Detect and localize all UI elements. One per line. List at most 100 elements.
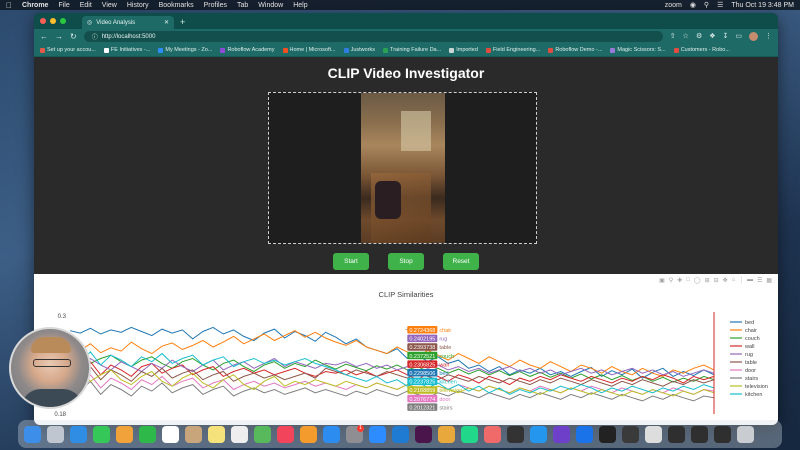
dock-1password-icon[interactable] <box>576 425 593 443</box>
hover-label-value: 0.2402195 <box>409 337 435 343</box>
bookmark-item[interactable]: Magic Scissors: S... <box>610 47 666 53</box>
dock-settings-icon[interactable]: 1 <box>346 424 364 443</box>
new-tab-button[interactable]: + <box>180 17 185 27</box>
menu-app-name[interactable]: Chrome <box>22 2 48 9</box>
control-buttons: Start Stop Reset <box>34 253 778 270</box>
video-player[interactable] <box>361 93 445 243</box>
menu-view[interactable]: View <box>102 2 117 9</box>
dock-calendar-icon[interactable] <box>162 425 179 443</box>
legend-label-television: television <box>745 384 768 390</box>
menu-profiles[interactable]: Profiles <box>204 2 227 9</box>
star-icon[interactable]: ☆ <box>683 32 689 41</box>
dock-pages-icon[interactable] <box>300 425 317 443</box>
extensions-icon[interactable]: ⚙ <box>696 32 702 41</box>
menu-window[interactable]: Window <box>258 2 283 9</box>
menu-edit[interactable]: Edit <box>80 2 92 9</box>
bookmark-item[interactable]: Training Failure Da... <box>383 47 441 53</box>
webcam-person-glasses <box>33 359 71 367</box>
back-icon[interactable]: ← <box>40 32 48 41</box>
close-window-button[interactable] <box>40 18 46 24</box>
search-icon[interactable]: ⚲ <box>704 1 709 9</box>
dock-downloads-icon[interactable] <box>645 425 662 443</box>
dock-photos-icon[interactable] <box>116 425 133 443</box>
bookmark-label: Magic Scissors: S... <box>617 47 666 53</box>
menu-tab[interactable]: Tab <box>237 2 248 9</box>
menu-kebab-icon[interactable]: ⋮ <box>765 32 772 41</box>
dock-music-icon[interactable] <box>277 425 294 443</box>
menu-history[interactable]: History <box>127 2 149 9</box>
folder-icon <box>449 47 455 53</box>
menu-help[interactable]: Help <box>293 2 307 9</box>
dock-finder-icon[interactable] <box>24 425 41 443</box>
globe-icon: ◎ <box>87 20 93 26</box>
profile-avatar[interactable] <box>749 32 758 41</box>
puzzle-icon[interactable]: ❖ <box>709 32 715 41</box>
dock-facetime-icon[interactable] <box>139 425 156 443</box>
info-icon[interactable]: ⓘ <box>92 32 98 41</box>
dock-launchpad-icon[interactable] <box>47 425 64 443</box>
address-bar[interactable]: ⓘ http://localhost:5000 <box>83 31 663 42</box>
hover-label-name: chair <box>439 328 451 334</box>
dock-messages-icon[interactable] <box>93 425 110 443</box>
dock-zoom-icon[interactable] <box>369 425 386 443</box>
dock-freeform-icon[interactable] <box>231 425 248 443</box>
bookmark-label: Customers - Robo... <box>680 47 730 53</box>
dock-activity-monitor-icon[interactable] <box>622 425 639 443</box>
dock-pycharm-icon[interactable] <box>461 425 478 443</box>
maximize-window-button[interactable] <box>60 18 66 24</box>
bookmark-item[interactable]: Roboflow Demo -... <box>548 47 602 53</box>
dock-window-b-icon[interactable] <box>691 425 708 443</box>
legend-label-couch: couch <box>745 336 760 342</box>
dock-contacts-icon[interactable] <box>185 425 202 443</box>
dock-terminal-icon[interactable] <box>599 425 616 443</box>
dock-window-c-icon[interactable] <box>714 425 731 443</box>
bookmark-item[interactable]: Customers - Robo... <box>673 47 730 53</box>
apple-icon[interactable]:  <box>6 1 12 10</box>
control-center-icon[interactable]: ☰ <box>717 1 723 9</box>
browser-window: ◎ Video Analysis ✕ + ← → ↻ ⓘ http://loca… <box>34 13 778 425</box>
forward-icon[interactable]: → <box>55 32 63 41</box>
line-chart[interactable]: 0.30.18+0.2724368chair0.2402195rug0.2393… <box>34 274 778 425</box>
zoom-status-icon[interactable]: zoom <box>665 2 682 9</box>
bookmark-item[interactable]: Imported <box>449 47 478 53</box>
bookmark-item[interactable]: Field Engineering... <box>485 47 540 53</box>
close-tab-icon[interactable]: ✕ <box>164 19 169 26</box>
dock-trash-icon[interactable] <box>737 425 754 443</box>
reload-icon[interactable]: ↻ <box>70 32 77 41</box>
clock[interactable]: Thu Oct 19 3:48 PM <box>731 2 794 9</box>
dock-app-store-icon[interactable] <box>323 425 340 443</box>
minimize-window-button[interactable] <box>50 18 56 24</box>
wifi-icon[interactable]: ◉ <box>690 1 696 9</box>
bookmark-item[interactable]: My Meetings - Zo... <box>158 47 212 53</box>
series-line-couch <box>69 354 715 383</box>
dock-asana-icon[interactable] <box>484 425 501 443</box>
stop-button[interactable]: Stop <box>388 253 424 270</box>
bookmark-item[interactable]: FE Initiatives -... <box>103 47 150 53</box>
reset-button[interactable]: Reset <box>443 253 479 270</box>
tab-video-analysis[interactable]: ◎ Video Analysis ✕ <box>82 16 174 29</box>
dock-cursor-icon[interactable] <box>507 425 524 443</box>
sidebar-icon[interactable]: ▭ <box>735 32 742 41</box>
bookmark-item[interactable]: Home | Microsoft... <box>282 47 336 53</box>
bookmark-item[interactable]: Set up your accou... <box>40 47 96 53</box>
menu-bookmarks[interactable]: Bookmarks <box>159 2 194 9</box>
dock-window-a-icon[interactable] <box>668 425 685 443</box>
dock-maps-icon[interactable] <box>254 425 271 443</box>
video-section: CLIP Video Investigator Start Stop Reset <box>34 57 778 274</box>
dock-slack-icon[interactable] <box>415 425 432 443</box>
dock-github-icon[interactable] <box>553 425 570 443</box>
bookmark-item[interactable]: Justworks <box>343 47 375 53</box>
dock-notes-icon[interactable] <box>208 425 225 443</box>
hover-label-value: 0.2372521 <box>409 354 435 360</box>
bookmark-item[interactable]: Roboflow Academy <box>220 47 275 53</box>
dock-safari-icon[interactable] <box>70 425 87 443</box>
dock-chrome-icon[interactable] <box>438 425 455 443</box>
start-button[interactable]: Start <box>333 253 369 270</box>
webcam-overlay[interactable] <box>9 327 91 409</box>
dock-docker-icon[interactable] <box>530 425 547 443</box>
dock-vscode-icon[interactable] <box>392 425 409 443</box>
share-icon[interactable]: ⇧ <box>670 32 676 41</box>
download-icon[interactable]: ↧ <box>723 32 729 41</box>
hover-label-value: 0.2237825 <box>409 380 435 386</box>
menu-file[interactable]: File <box>58 2 69 9</box>
